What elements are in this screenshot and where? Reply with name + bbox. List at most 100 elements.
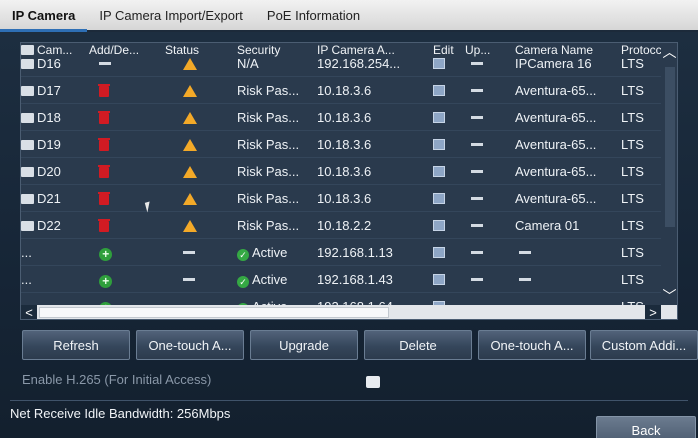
table-row[interactable]: D17 Risk Pas... 10.18.3.6 Aventura-65... LTS (21, 77, 661, 104)
horizontal-scrollbar[interactable]: < > (21, 305, 677, 319)
custom-adding-button[interactable]: Custom Addi... (590, 330, 698, 360)
edit-icon[interactable] (433, 58, 445, 69)
camera-cell[interactable]: ... (21, 266, 89, 293)
vertical-scrollbar[interactable]: ︿ ﹀ (661, 43, 677, 305)
trash-icon[interactable] (98, 192, 110, 205)
edit-cell[interactable] (433, 131, 465, 158)
trash-icon[interactable] (98, 165, 110, 178)
edit-icon[interactable] (433, 166, 445, 177)
table-row[interactable]: D20 Risk Pas... 10.18.3.6 Aventura-65... LTS (21, 158, 661, 185)
table-row[interactable]: D19 Risk Pas... 10.18.3.6 Aventura-65... LTS (21, 131, 661, 158)
tab-poe-information[interactable]: PoE Information (255, 0, 372, 32)
warning-triangle-icon (183, 85, 197, 97)
edit-cell[interactable] (433, 158, 465, 185)
header-edit[interactable]: Edit (433, 43, 465, 57)
edit-cell[interactable] (433, 104, 465, 131)
scroll-down-icon[interactable]: ﹀ (661, 287, 677, 305)
security-text: Risk Pas... (237, 164, 300, 179)
camera-cell[interactable]: ... (21, 239, 89, 266)
select-all-checkbox[interactable] (21, 45, 34, 55)
upgrade-button[interactable]: Upgrade (250, 330, 358, 360)
header-camera[interactable]: Cam... (21, 43, 89, 57)
add-delete-cell[interactable] (89, 77, 165, 104)
ip-address-cell: 10.18.3.6 (317, 164, 372, 179)
header-ip-address[interactable]: IP Camera A... (317, 43, 433, 57)
camera-name-cell: Aventura-65... (515, 164, 597, 179)
row-checkbox[interactable] (21, 59, 34, 69)
tab-ip-camera-import-export[interactable]: IP Camera Import/Export (87, 0, 255, 32)
security-text: N/A (237, 57, 259, 71)
table-row[interactable]: ... + ✓ Active 192.168.1.13 LTS (21, 239, 661, 266)
table-row[interactable]: ... + ✓ Active 192.168.1.43 LTS (21, 266, 661, 293)
add-delete-cell[interactable] (89, 158, 165, 185)
dash-icon (471, 197, 483, 200)
plus-circle-icon[interactable]: + (99, 248, 112, 261)
scroll-right-icon[interactable]: > (645, 305, 661, 319)
edit-cell[interactable] (433, 239, 465, 266)
header-security[interactable]: Security (237, 43, 317, 57)
add-delete-cell[interactable] (89, 131, 165, 158)
camera-cell[interactable]: D20 (21, 158, 89, 185)
add-delete-cell[interactable] (89, 104, 165, 131)
refresh-button[interactable]: Refresh (22, 330, 130, 360)
trash-icon[interactable] (98, 111, 110, 124)
trash-icon[interactable] (98, 138, 110, 151)
dash-icon (471, 116, 483, 119)
row-checkbox[interactable] (21, 86, 34, 96)
row-checkbox[interactable] (21, 113, 34, 123)
scroll-up-icon[interactable]: ︿ (661, 43, 677, 61)
camera-cell[interactable]: D16 (21, 57, 89, 71)
camera-cell[interactable]: D17 (21, 77, 89, 104)
edit-icon[interactable] (433, 247, 445, 258)
header-camera-name[interactable]: Camera Name (515, 43, 621, 57)
add-delete-cell[interactable]: + (89, 266, 165, 293)
edit-icon[interactable] (433, 220, 445, 231)
add-delete-cell[interactable]: + (89, 239, 165, 266)
plus-circle-icon[interactable]: + (99, 275, 112, 288)
edit-cell[interactable] (433, 266, 465, 293)
add-delete-cell[interactable] (89, 212, 165, 239)
add-delete-cell[interactable] (89, 185, 165, 212)
edit-icon[interactable] (433, 139, 445, 150)
one-touch-adding-button[interactable]: One-touch A... (478, 330, 586, 360)
row-checkbox[interactable] (21, 194, 34, 204)
camera-cell[interactable]: D22 (21, 212, 89, 239)
edit-cell[interactable] (433, 185, 465, 212)
table-row[interactable]: D18 Risk Pas... 10.18.3.6 Aventura-65... LTS (21, 104, 661, 131)
dash-icon (471, 224, 483, 227)
camera-cell[interactable]: D21 (21, 185, 89, 212)
security-text: Risk Pas... (237, 137, 300, 152)
camera-no: D21 (37, 191, 61, 206)
trash-icon[interactable] (98, 84, 110, 97)
header-add-delete[interactable]: Add/De... (89, 43, 165, 57)
camera-cell[interactable]: D18 (21, 104, 89, 131)
row-checkbox[interactable] (21, 167, 34, 177)
header-status[interactable]: Status (165, 43, 237, 57)
table-row[interactable]: D22 Risk Pas... 10.18.2.2 Camera 01 LTS (21, 212, 661, 239)
vertical-scroll-thumb[interactable] (665, 67, 675, 227)
edit-cell[interactable] (433, 77, 465, 104)
row-checkbox[interactable] (21, 140, 34, 150)
camera-name-cell: Aventura-65... (515, 137, 597, 152)
tab-ip-camera[interactable]: IP Camera (0, 0, 88, 32)
edit-icon[interactable] (433, 85, 445, 96)
delete-button[interactable]: Delete (364, 330, 472, 360)
table-row[interactable]: D16 N/A 192.168.254... IPCamera 16 LTS (21, 57, 661, 77)
camera-cell[interactable]: D19 (21, 131, 89, 158)
horizontal-scroll-thumb[interactable] (39, 307, 389, 318)
edit-icon[interactable] (433, 193, 445, 204)
h265-checkbox[interactable] (366, 376, 380, 388)
scroll-left-icon[interactable]: < (21, 305, 37, 319)
dash-icon (519, 278, 531, 281)
add-delete-cell[interactable] (89, 57, 165, 71)
edit-cell[interactable] (433, 212, 465, 239)
table-row[interactable]: D21 Risk Pas... 10.18.3.6 Aventura-65... LTS (21, 185, 661, 212)
trash-icon[interactable] (98, 219, 110, 232)
header-upgrade[interactable]: Up... (465, 43, 515, 57)
edit-cell[interactable] (433, 57, 465, 71)
edit-icon[interactable] (433, 112, 445, 123)
edit-icon[interactable] (433, 274, 445, 285)
one-touch-activate-button[interactable]: One-touch A... (136, 330, 244, 360)
row-checkbox[interactable] (21, 221, 34, 231)
back-button[interactable]: Back (596, 416, 696, 438)
